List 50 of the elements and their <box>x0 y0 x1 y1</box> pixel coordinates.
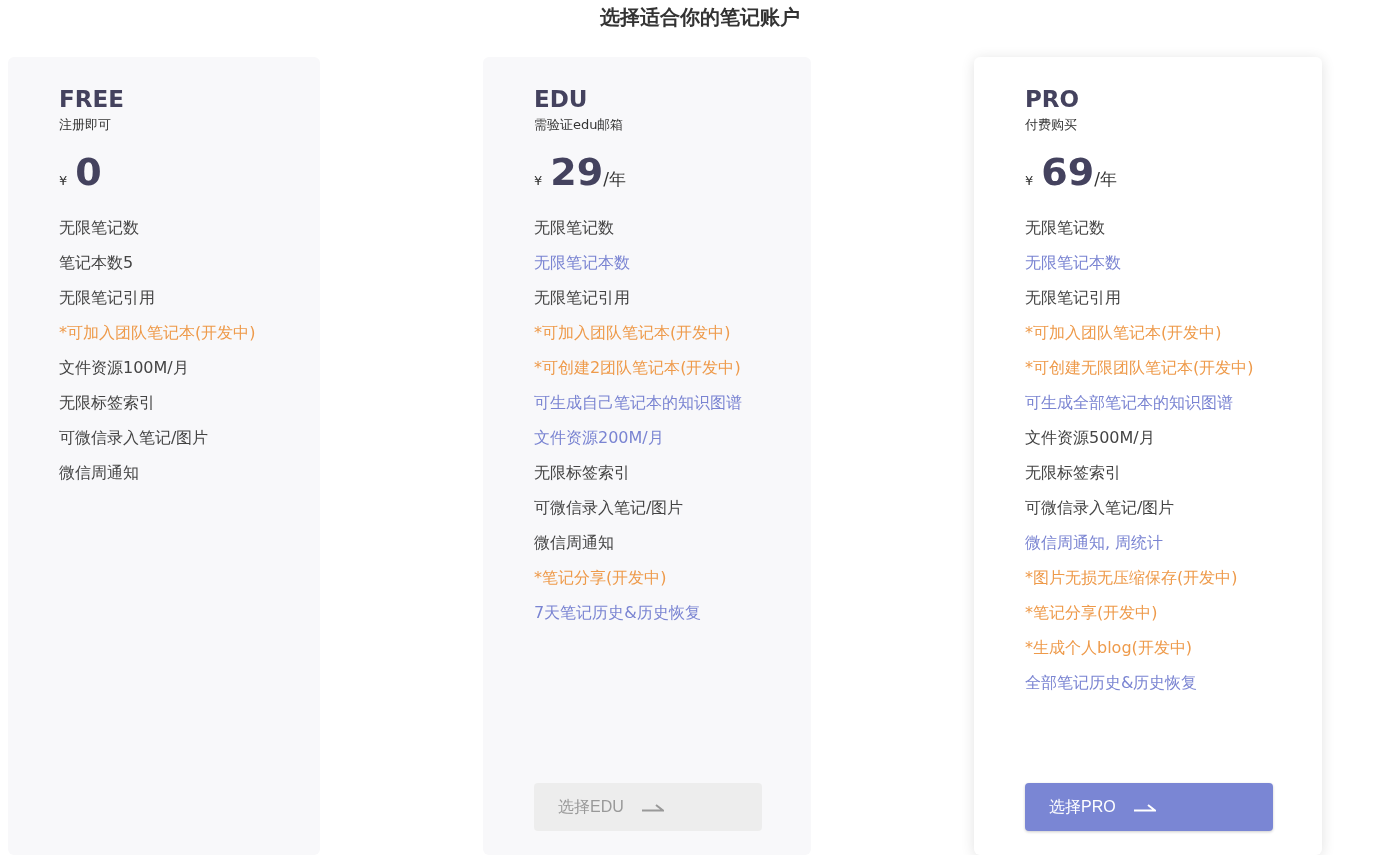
price-period: /年 <box>603 169 626 191</box>
plan-subtitle: 需验证edu邮箱 <box>534 116 625 134</box>
feature-item: 可微信录入笔记/图片 <box>534 497 684 519</box>
plan-name: PRO <box>1025 85 1081 113</box>
plan-subtitle: 注册即可 <box>59 116 112 134</box>
feature-item: 全部笔记历史&历史恢复 <box>1025 672 1198 694</box>
plan-name: FREE <box>59 85 125 113</box>
feature-item: *可加入团队笔记本(开发中) <box>534 322 731 344</box>
currency-symbol: ¥ <box>534 173 543 188</box>
feature-item: *生成个人blog(开发中) <box>1025 637 1193 659</box>
feature-item: *可加入团队笔记本(开发中) <box>59 322 256 344</box>
feature-item: 文件资源200M/月 <box>534 427 664 449</box>
select-plan-button[interactable]: 选择PRO <box>1025 783 1273 831</box>
feature-item: *笔记分享(开发中) <box>1025 602 1158 624</box>
feature-item: 无限笔记本数 <box>534 252 630 274</box>
feature-item: 7天笔记历史&历史恢复 <box>534 602 701 624</box>
feature-item: 无限笔记数 <box>1025 217 1105 239</box>
price-amount: 29 <box>550 150 604 194</box>
feature-item: *图片无损无压缩保存(开发中) <box>1025 567 1238 589</box>
feature-item: 可微信录入笔记/图片 <box>1025 497 1175 519</box>
page-title: 选择适合你的笔记账户 <box>599 4 801 31</box>
feature-item: 可生成全部笔记本的知识图谱 <box>1025 392 1233 414</box>
feature-item: 无限标签索引 <box>59 392 155 414</box>
feature-item: 无限笔记引用 <box>534 287 630 309</box>
feature-item: 无限笔记引用 <box>59 287 155 309</box>
feature-item: 文件资源500M/月 <box>1025 427 1155 449</box>
feature-item: *笔记分享(开发中) <box>534 567 667 589</box>
price-period: /年 <box>1094 169 1117 191</box>
plan-name: EDU <box>534 85 589 113</box>
feature-item: 可微信录入笔记/图片 <box>59 427 209 449</box>
plan-subtitle: 付费购买 <box>1025 116 1078 134</box>
price-amount: 0 <box>75 150 102 194</box>
price-amount: 69 <box>1041 150 1095 194</box>
feature-item: 微信周通知 <box>59 462 139 484</box>
currency-symbol: ¥ <box>59 173 68 188</box>
feature-item: 文件资源100M/月 <box>59 357 189 379</box>
feature-item: 可生成自己笔记本的知识图谱 <box>534 392 742 414</box>
feature-item: 无限笔记本数 <box>1025 252 1121 274</box>
feature-item: 无限笔记数 <box>59 217 139 239</box>
feature-item: 无限标签索引 <box>534 462 630 484</box>
feature-item: 微信周通知, 周统计 <box>1025 532 1164 554</box>
currency-symbol: ¥ <box>1025 173 1034 188</box>
feature-item: 微信周通知 <box>534 532 614 554</box>
feature-item: 无限笔记引用 <box>1025 287 1121 309</box>
feature-item: *可加入团队笔记本(开发中) <box>1025 322 1222 344</box>
feature-item: 笔记本数5 <box>59 252 134 274</box>
feature-item: 无限笔记数 <box>534 217 614 239</box>
feature-item: 无限标签索引 <box>1025 462 1121 484</box>
feature-item: *可创建无限团队笔记本(开发中) <box>1025 357 1254 379</box>
feature-item: *可创建2团队笔记本(开发中) <box>534 357 741 379</box>
